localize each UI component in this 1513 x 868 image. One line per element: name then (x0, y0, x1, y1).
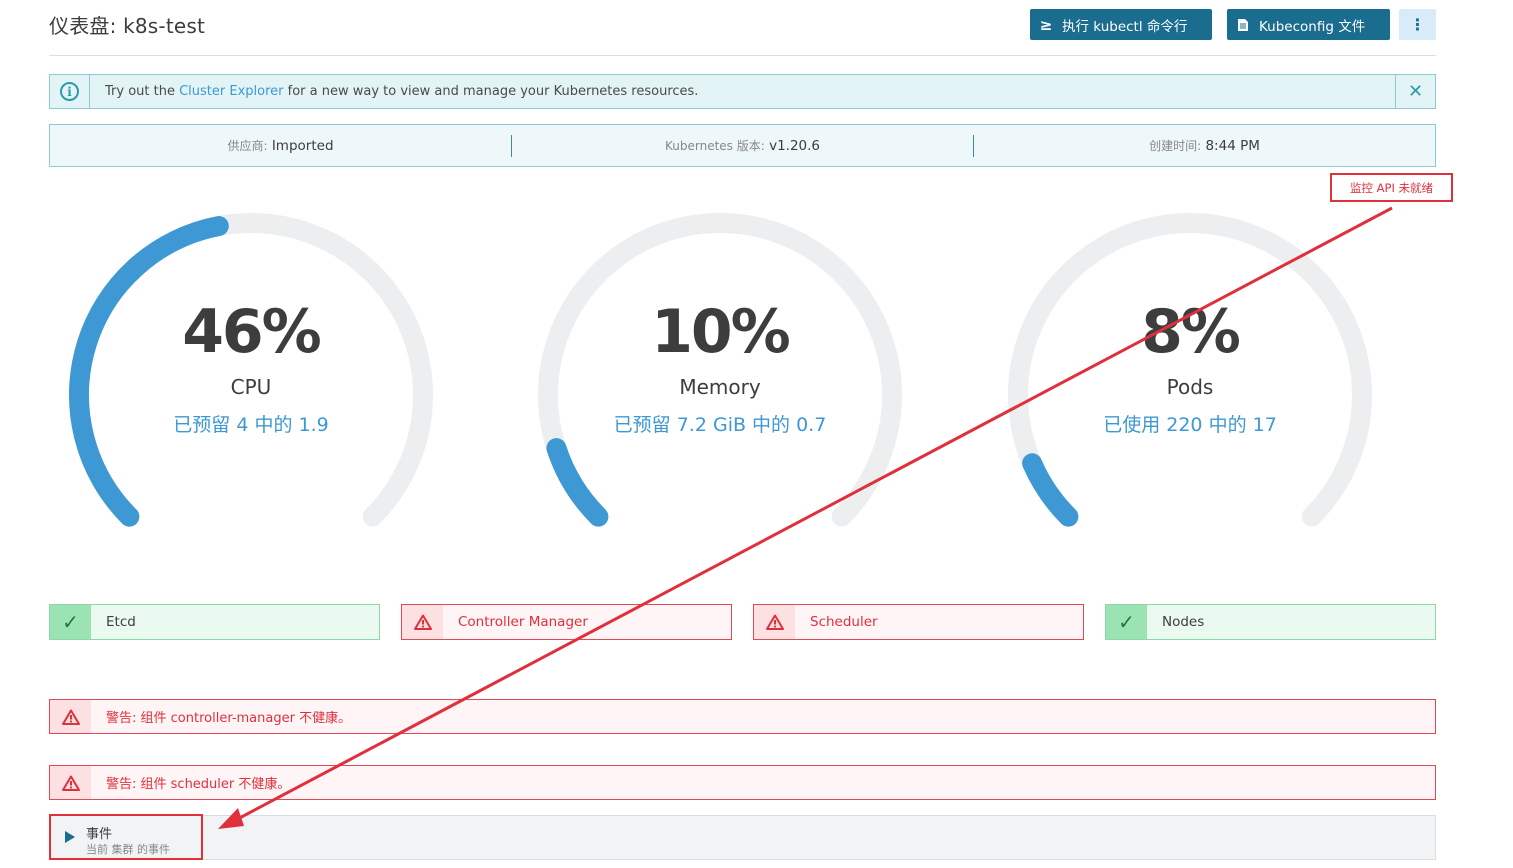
warning-scheduler: 警告: 组件 scheduler 不健康。 (49, 765, 1436, 800)
component-label: Controller Manager (458, 614, 588, 630)
cluster-explorer-banner: i Try out the Cluster Explorer for a new… (49, 74, 1436, 109)
gauge-fill (546, 438, 609, 527)
created-value: 8:44 PM (1205, 138, 1260, 154)
gauge-subtitle: 已使用 220 中的 17 (1103, 414, 1277, 436)
checkmark-icon: ✓ (50, 605, 91, 639)
gauge-track (538, 213, 902, 527)
component-scheduler: Scheduler (753, 604, 1084, 640)
version-info: Kubernetes 版本: v1.20.6 (512, 137, 973, 154)
gauge-arc (1008, 213, 1372, 527)
warning-icon (50, 766, 91, 799)
memory-gauge: 10% Memory 已预留 7.2 GiB 中的 0.7 (520, 205, 920, 535)
warning-text: 警告: 组件 scheduler 不健康。 (106, 777, 291, 792)
gauge-track (1008, 213, 1372, 527)
gauge-fill (1022, 453, 1079, 527)
created-info: 创建时间: 8:44 PM (974, 137, 1435, 154)
terminal-icon: ≥ (1039, 15, 1053, 34)
component-controller-manager: Controller Manager (401, 604, 732, 640)
warning-icon (50, 700, 91, 733)
file-icon (1227, 18, 1259, 32)
component-etcd: ✓ Etcd (49, 604, 380, 640)
close-icon: ✕ (1407, 81, 1424, 102)
kubectl-shell-button[interactable]: ≥ 执行 kubectl 命令行 (1030, 9, 1212, 40)
banner-prefix: Try out the (105, 84, 180, 99)
kubeconfig-file-label: Kubeconfig 文件 (1259, 18, 1366, 35)
gauge-subtitle: 已预留 7.2 GiB 中的 0.7 (613, 414, 827, 436)
info-icon-cell: i (50, 75, 90, 108)
warning-icon (402, 605, 443, 639)
pods-gauge: 8% Pods 已使用 220 中的 17 (990, 205, 1390, 535)
info-icon: i (60, 82, 79, 101)
provider-label: 供应商: (227, 139, 268, 153)
provider-value: Imported (271, 138, 334, 154)
cluster-explorer-link[interactable]: Cluster Explorer (179, 84, 283, 99)
created-label: 创建时间: (1149, 139, 1202, 153)
gauge-fill (69, 216, 229, 527)
page-title: 仪表盘: k8s-test (49, 14, 206, 38)
component-label: Etcd (106, 614, 136, 630)
banner-suffix: for a new way to view and manage your Ku… (283, 84, 699, 99)
more-actions-button[interactable]: ⋮ (1399, 9, 1436, 40)
checkmark-icon: ✓ (1106, 605, 1147, 639)
events-section[interactable]: 事件 当前 集群 的事件 (49, 815, 1436, 860)
events-highlight-box (49, 814, 203, 860)
warning-text: 警告: 组件 controller-manager 不健康。 (106, 711, 352, 726)
component-label: Scheduler (810, 614, 878, 630)
gauge-arc (69, 213, 433, 527)
warning-icon (754, 605, 795, 639)
kubectl-shell-label: 执行 kubectl 命令行 (1062, 18, 1188, 35)
component-label: Nodes (1162, 614, 1205, 630)
title-divider (49, 55, 1436, 56)
gauge-value: 10% (651, 297, 791, 367)
gauge-subtitle: 已预留 4 中的 1.9 (173, 414, 329, 436)
gauge-name: CPU (230, 375, 272, 399)
monitoring-not-ready-badge: 监控 API 未就绪 (1330, 173, 1453, 202)
component-nodes: ✓ Nodes (1105, 604, 1436, 640)
gauge-value: 8% (1141, 297, 1241, 367)
warning-controller-manager: 警告: 组件 controller-manager 不健康。 (49, 699, 1436, 734)
version-label: Kubernetes 版本: (664, 139, 765, 153)
gauge-value: 46% (182, 297, 322, 367)
gauge-name: Pods (1166, 375, 1214, 399)
cluster-info-bar: 供应商: Imported Kubernetes 版本: v1.20.6 创建时… (49, 124, 1436, 167)
banner-close-button[interactable]: ✕ (1395, 75, 1435, 108)
cpu-gauge: 46% CPU 已预留 4 中的 1.9 (51, 205, 451, 535)
kubeconfig-file-button[interactable]: Kubeconfig 文件 (1227, 9, 1390, 40)
gauge-arc (538, 213, 902, 527)
provider-info: 供应商: Imported (50, 137, 511, 154)
version-value: v1.20.6 (769, 138, 821, 154)
vertical-dots-icon: ⋮ (1409, 15, 1426, 34)
banner-message: Try out the Cluster Explorer for a new w… (105, 84, 1395, 99)
gauge-name: Memory (679, 375, 761, 399)
